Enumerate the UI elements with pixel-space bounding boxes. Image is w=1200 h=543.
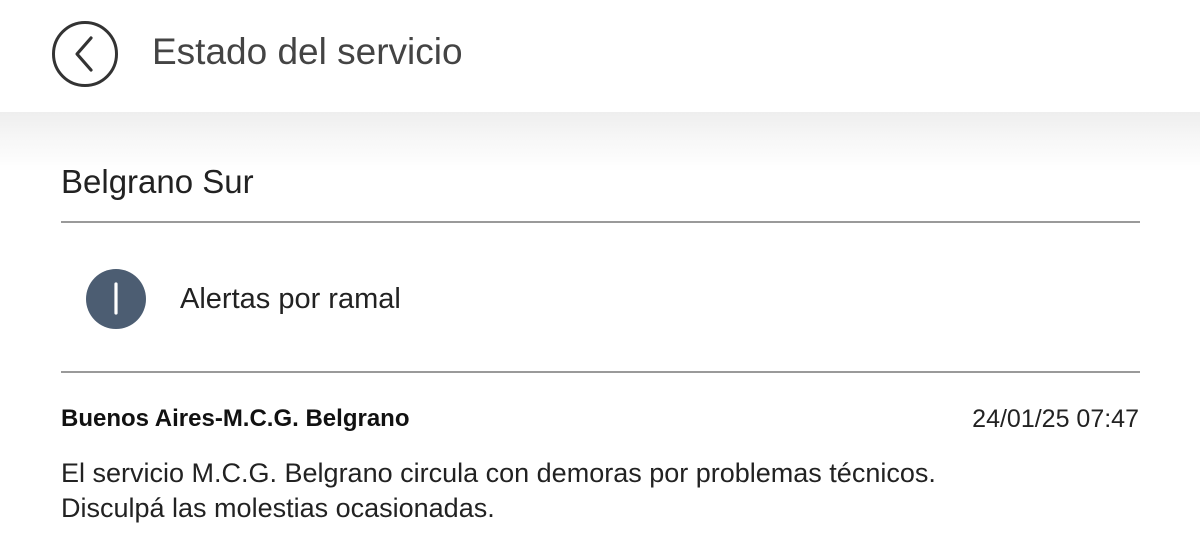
divider <box>61 371 1140 373</box>
line-name-heading: Belgrano Sur <box>61 163 254 200</box>
page-title: Estado del servicio <box>152 31 463 72</box>
back-button[interactable] <box>52 21 118 87</box>
alert-timestamp: 24/01/25 07:47 <box>972 405 1139 433</box>
info-icon <box>86 269 146 329</box>
app-header: Estado del servicio <box>0 0 1200 112</box>
alerts-by-branch-item[interactable]: Alertas por ramal <box>61 224 1140 370</box>
alerts-by-branch-label: Alertas por ramal <box>180 283 401 315</box>
divider <box>61 221 1140 223</box>
alert-message: El servicio M.C.G. Belgrano circula con … <box>61 456 1141 526</box>
alert-message-line: Disculpá las molestias ocasionadas. <box>61 493 495 523</box>
chevron-left-icon <box>75 36 93 72</box>
alert-message-line: El servicio M.C.G. Belgrano circula con … <box>61 458 936 488</box>
alert-route-title: Buenos Aires-M.C.G. Belgrano <box>61 405 410 432</box>
